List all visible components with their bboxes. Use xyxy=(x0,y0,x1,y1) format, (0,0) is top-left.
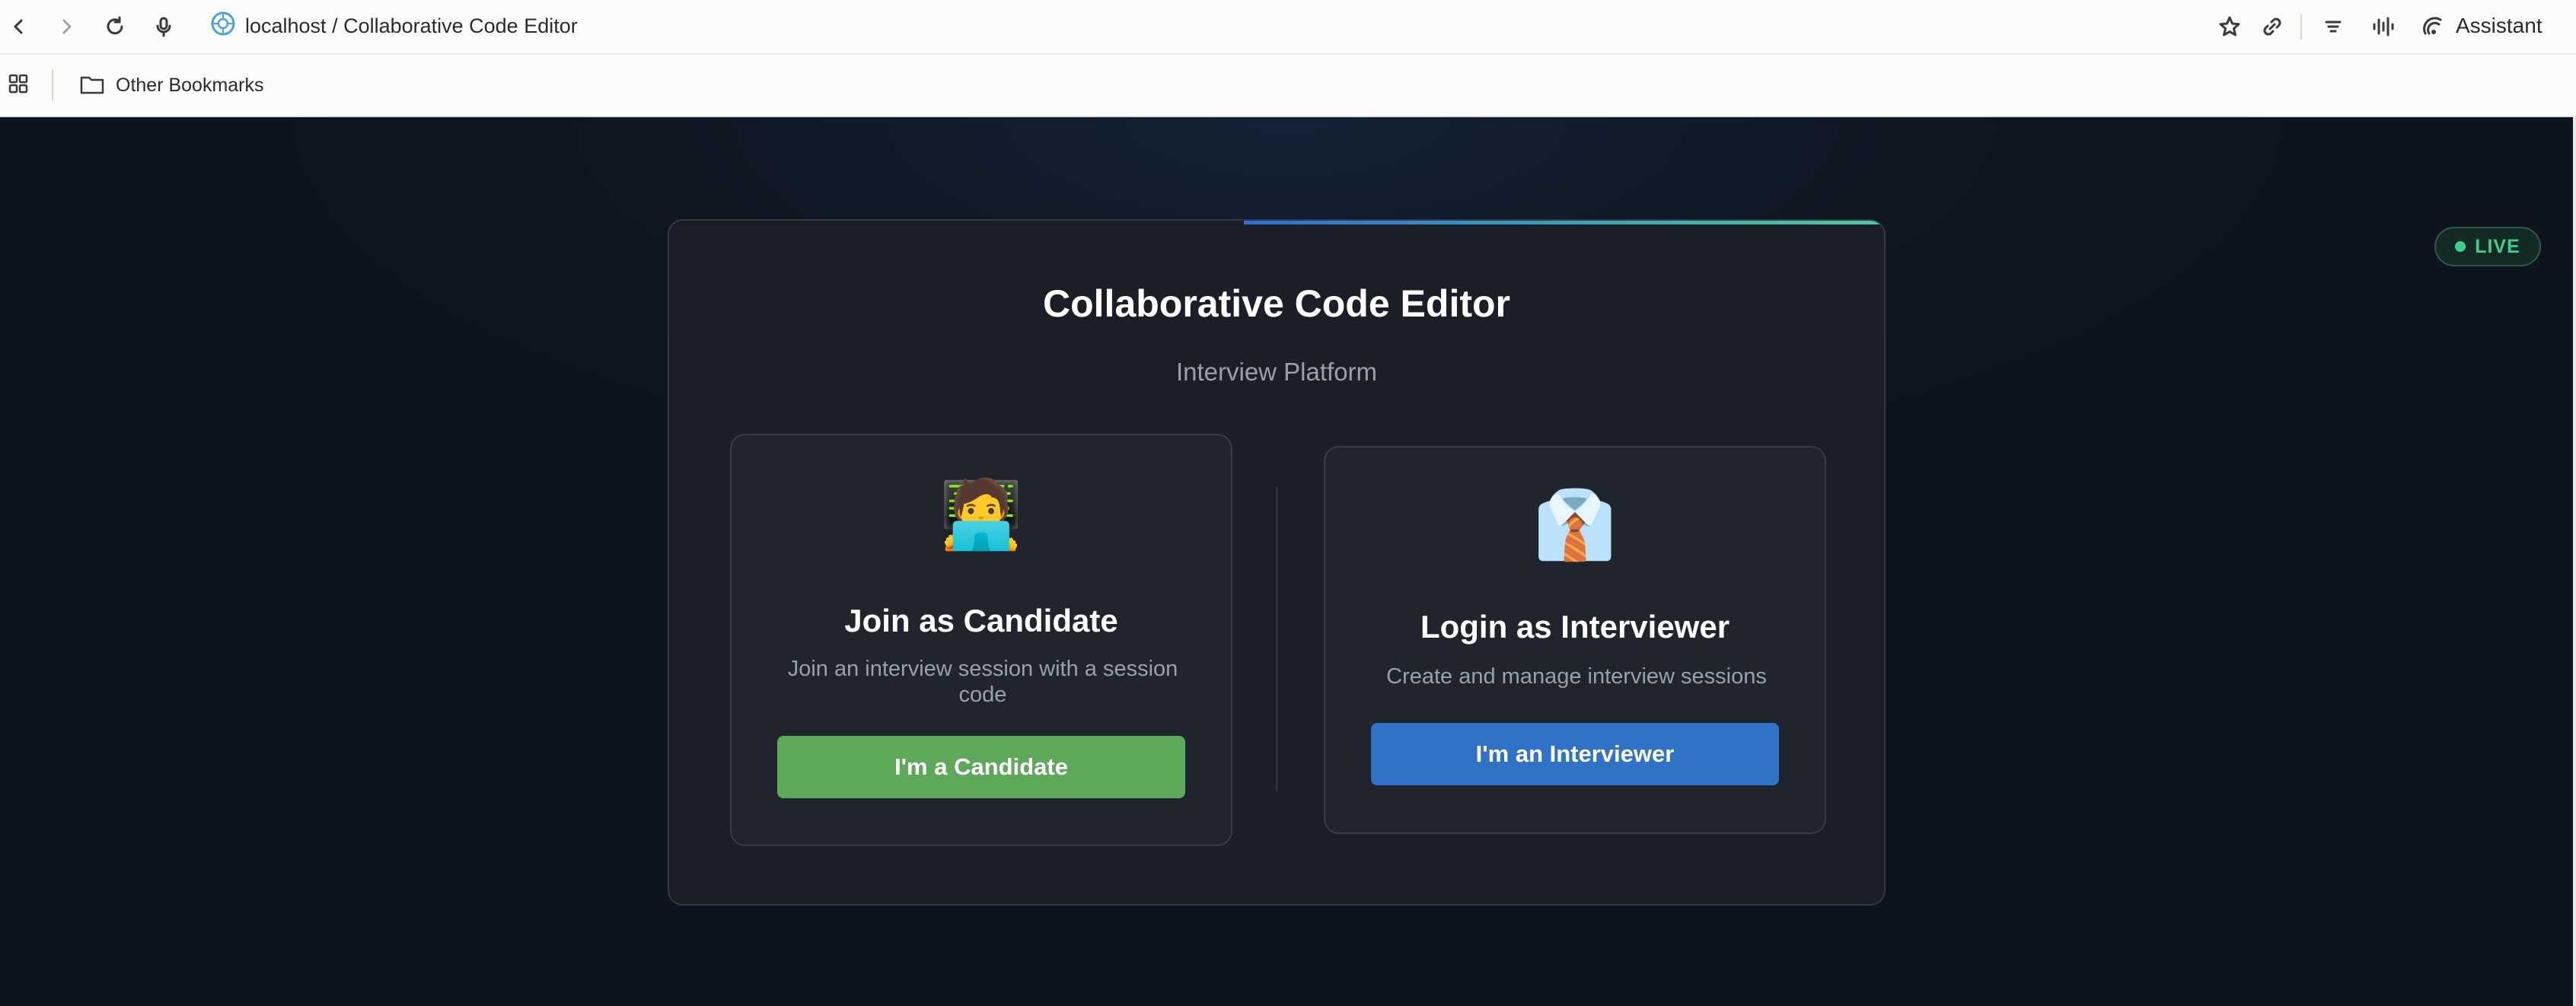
page-scrollbar[interactable] xyxy=(2573,117,2576,1006)
toolbar-separator xyxy=(2300,14,2302,40)
live-status-label: LIVE xyxy=(2475,235,2520,257)
candidate-heading: Join as Candidate xyxy=(844,603,1118,638)
candidate-description: Join an interview session with a session… xyxy=(787,657,1178,707)
reload-icon xyxy=(107,16,123,35)
assistant-icon xyxy=(2423,17,2442,35)
address-bar[interactable]: localhost / Collaborative Code Editor xyxy=(245,11,578,41)
chevron-right-icon xyxy=(62,19,72,34)
copy-link-button[interactable] xyxy=(2253,8,2291,46)
bookmarks-bar xyxy=(0,53,2576,117)
live-dot-icon xyxy=(2455,241,2466,252)
reload-button[interactable] xyxy=(96,8,134,46)
chevron-left-icon xyxy=(14,19,23,34)
site-favicon-icon xyxy=(211,11,235,36)
folder-icon xyxy=(80,76,104,94)
other-bookmarks-folder[interactable]: Other Bookmarks xyxy=(116,72,264,99)
technologist-emoji-icon: 🧑‍💻 xyxy=(939,475,1023,553)
live-status-badge: LIVE xyxy=(2434,227,2541,266)
waveform-icon xyxy=(2373,17,2394,37)
microphone-icon xyxy=(156,17,171,37)
apps-grid-icon[interactable] xyxy=(8,73,29,94)
browser-toolbar: localhost / Collaborative Code Editor As… xyxy=(0,0,2576,53)
bookmarks-separator xyxy=(52,70,53,100)
back-button[interactable] xyxy=(0,8,38,46)
text-lines-icon xyxy=(2325,21,2342,33)
necktie-emoji-icon: 👔 xyxy=(1533,485,1617,564)
interviewer-heading: Login as Interviewer xyxy=(1420,609,1730,645)
interviewer-description: Create and manage interview sessions xyxy=(1386,664,1767,689)
audio-button[interactable] xyxy=(2364,8,2402,46)
reader-view-button[interactable] xyxy=(2314,8,2352,46)
card-accent-bar xyxy=(1244,221,1879,224)
link-icon xyxy=(2263,18,2281,36)
page-subtitle: Interview Platform xyxy=(1175,358,1378,386)
role-selection-card: Collaborative Code Editor Interview Plat… xyxy=(668,219,1886,906)
interviewer-button[interactable]: I'm an Interviewer xyxy=(1371,723,1779,785)
star-icon xyxy=(2219,16,2240,37)
forward-button[interactable] xyxy=(47,8,85,46)
page-title: Collaborative Code Editor xyxy=(1043,282,1510,325)
candidate-option-card: 🧑‍💻 Join as Candidate Join an interview … xyxy=(730,434,1232,846)
bookmark-star-button[interactable] xyxy=(2211,8,2249,46)
options-divider xyxy=(1276,487,1277,791)
candidate-button[interactable]: I'm a Candidate xyxy=(777,736,1185,798)
assistant-button[interactable]: Assistant xyxy=(2456,11,2543,41)
interviewer-option-card: 👔 Login as Interviewer Create and manage… xyxy=(1324,446,1826,834)
microphone-button[interactable] xyxy=(145,8,183,46)
